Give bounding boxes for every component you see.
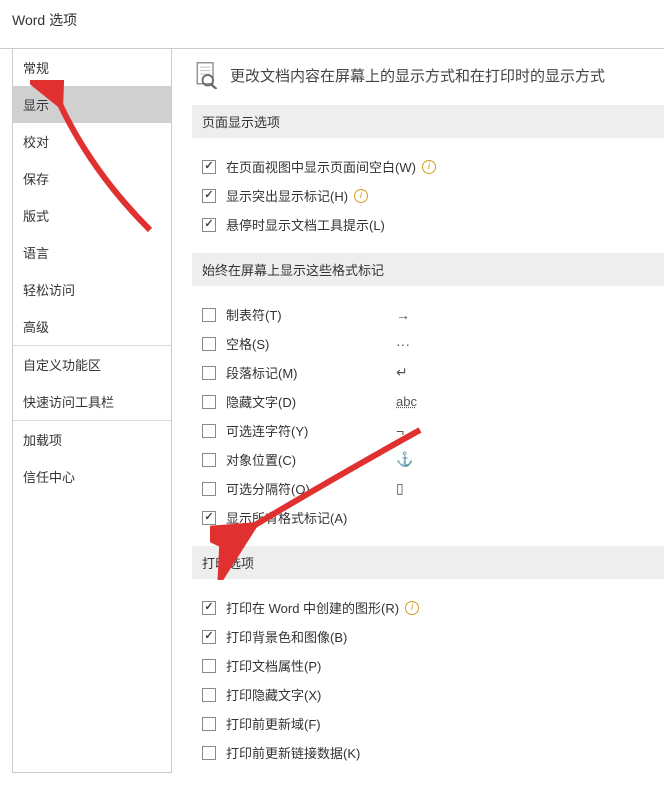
- checkbox[interactable]: [202, 160, 216, 174]
- checkbox[interactable]: [202, 482, 216, 496]
- document-search-icon: [192, 61, 220, 89]
- option-label: 空格(S): [226, 337, 269, 352]
- checkbox[interactable]: [202, 366, 216, 380]
- format-symbol-icon: ¬: [396, 423, 404, 439]
- format-symbol-icon: ⚓: [396, 451, 413, 468]
- section-header-print: 打印选项: [192, 546, 664, 579]
- option-row: 打印前更新域(F): [192, 709, 664, 738]
- sidebar-item[interactable]: 常规: [13, 49, 171, 86]
- option-row: 段落标记(M) ↵: [192, 358, 664, 387]
- option-label: 隐藏文字(D): [226, 395, 296, 410]
- checkbox[interactable]: [202, 511, 216, 525]
- info-icon: [422, 160, 436, 174]
- sidebar-item[interactable]: 校对: [13, 123, 171, 160]
- checkbox[interactable]: [202, 746, 216, 760]
- option-row: 可选连字符(Y) ¬: [192, 416, 664, 445]
- option-label: 段落标记(M): [226, 366, 298, 381]
- sidebar-item[interactable]: 显示: [13, 86, 171, 123]
- info-icon: [405, 601, 419, 615]
- option-label: 显示所有格式标记(A): [226, 511, 347, 526]
- main-panel: 更改文档内容在屏幕上的显示方式和在打印时的显示方式 页面显示选项 在页面视图中显…: [172, 49, 664, 773]
- option-row: 打印在 Word 中创建的图形(R): [192, 593, 664, 622]
- checkbox[interactable]: [202, 337, 216, 351]
- option-row: 隐藏文字(D) abc: [192, 387, 664, 416]
- window-title: Word 选项: [0, 0, 664, 48]
- checkbox[interactable]: [202, 395, 216, 409]
- checkbox[interactable]: [202, 453, 216, 467]
- sidebar-item[interactable]: 保存: [13, 160, 171, 197]
- format-symbol-icon: ↵: [396, 364, 408, 381]
- checkbox[interactable]: [202, 659, 216, 673]
- checkbox[interactable]: [202, 218, 216, 232]
- checkbox[interactable]: [202, 601, 216, 615]
- section-header-page-display: 页面显示选项: [192, 105, 664, 138]
- option-label: 悬停时显示文档工具提示(L): [226, 215, 385, 234]
- option-label: 打印前更新链接数据(K): [226, 743, 360, 762]
- checkbox[interactable]: [202, 630, 216, 644]
- option-row: 对象位置(C) ⚓: [192, 445, 664, 474]
- info-icon: [354, 189, 368, 203]
- option-label: 打印在 Word 中创建的图形(R): [226, 598, 399, 617]
- option-label: 显示突出显示标记(H): [226, 186, 348, 205]
- option-label: 对象位置(C): [226, 453, 296, 468]
- sidebar-item[interactable]: 信任中心: [13, 458, 171, 495]
- option-row: 悬停时显示文档工具提示(L): [192, 210, 664, 239]
- format-symbol-icon: abc: [396, 394, 417, 409]
- option-label: 可选连字符(Y): [226, 424, 308, 439]
- option-row: 在页面视图中显示页面间空白(W): [192, 152, 664, 181]
- option-row: 打印文档属性(P): [192, 651, 664, 680]
- sidebar-item[interactable]: 快速访问工具栏: [13, 383, 171, 420]
- format-symbol-icon: →: [396, 307, 410, 323]
- option-row: 空格(S) ···: [192, 329, 664, 358]
- option-row: 制表符(T) →: [192, 300, 664, 329]
- option-row: 打印隐藏文字(X): [192, 680, 664, 709]
- option-row: 打印前更新链接数据(K): [192, 738, 664, 767]
- option-row: 显示突出显示标记(H): [192, 181, 664, 210]
- checkbox[interactable]: [202, 308, 216, 322]
- option-label: 打印文档属性(P): [226, 656, 321, 675]
- sidebar-item[interactable]: 加载项: [13, 421, 171, 458]
- sidebar-item[interactable]: 高级: [13, 308, 171, 345]
- format-symbol-icon: ···: [396, 336, 410, 352]
- checkbox[interactable]: [202, 424, 216, 438]
- option-label: 可选分隔符(O): [226, 482, 310, 497]
- option-label: 打印隐藏文字(X): [226, 685, 321, 704]
- sidebar-item[interactable]: 语言: [13, 234, 171, 271]
- sidebar-item[interactable]: 轻松访问: [13, 271, 171, 308]
- sidebar-item[interactable]: 自定义功能区: [13, 346, 171, 383]
- option-label: 制表符(T): [226, 308, 282, 323]
- option-label: 在页面视图中显示页面间空白(W): [226, 157, 416, 176]
- sidebar-item[interactable]: 版式: [13, 197, 171, 234]
- checkbox[interactable]: [202, 688, 216, 702]
- option-label: 打印前更新域(F): [226, 714, 321, 733]
- option-row: 显示所有格式标记(A): [192, 503, 664, 532]
- checkbox[interactable]: [202, 189, 216, 203]
- format-symbol-icon: ▯: [396, 480, 404, 497]
- sidebar: 常规显示校对保存版式语言轻松访问高级 自定义功能区快速访问工具栏 加载项信任中心: [12, 49, 172, 773]
- checkbox[interactable]: [202, 717, 216, 731]
- option-row: 打印背景色和图像(B): [192, 622, 664, 651]
- option-label: 打印背景色和图像(B): [226, 627, 347, 646]
- section-header-format-marks: 始终在屏幕上显示这些格式标记: [192, 253, 664, 286]
- page-title: 更改文档内容在屏幕上的显示方式和在打印时的显示方式: [230, 65, 605, 86]
- option-row: 可选分隔符(O) ▯: [192, 474, 664, 503]
